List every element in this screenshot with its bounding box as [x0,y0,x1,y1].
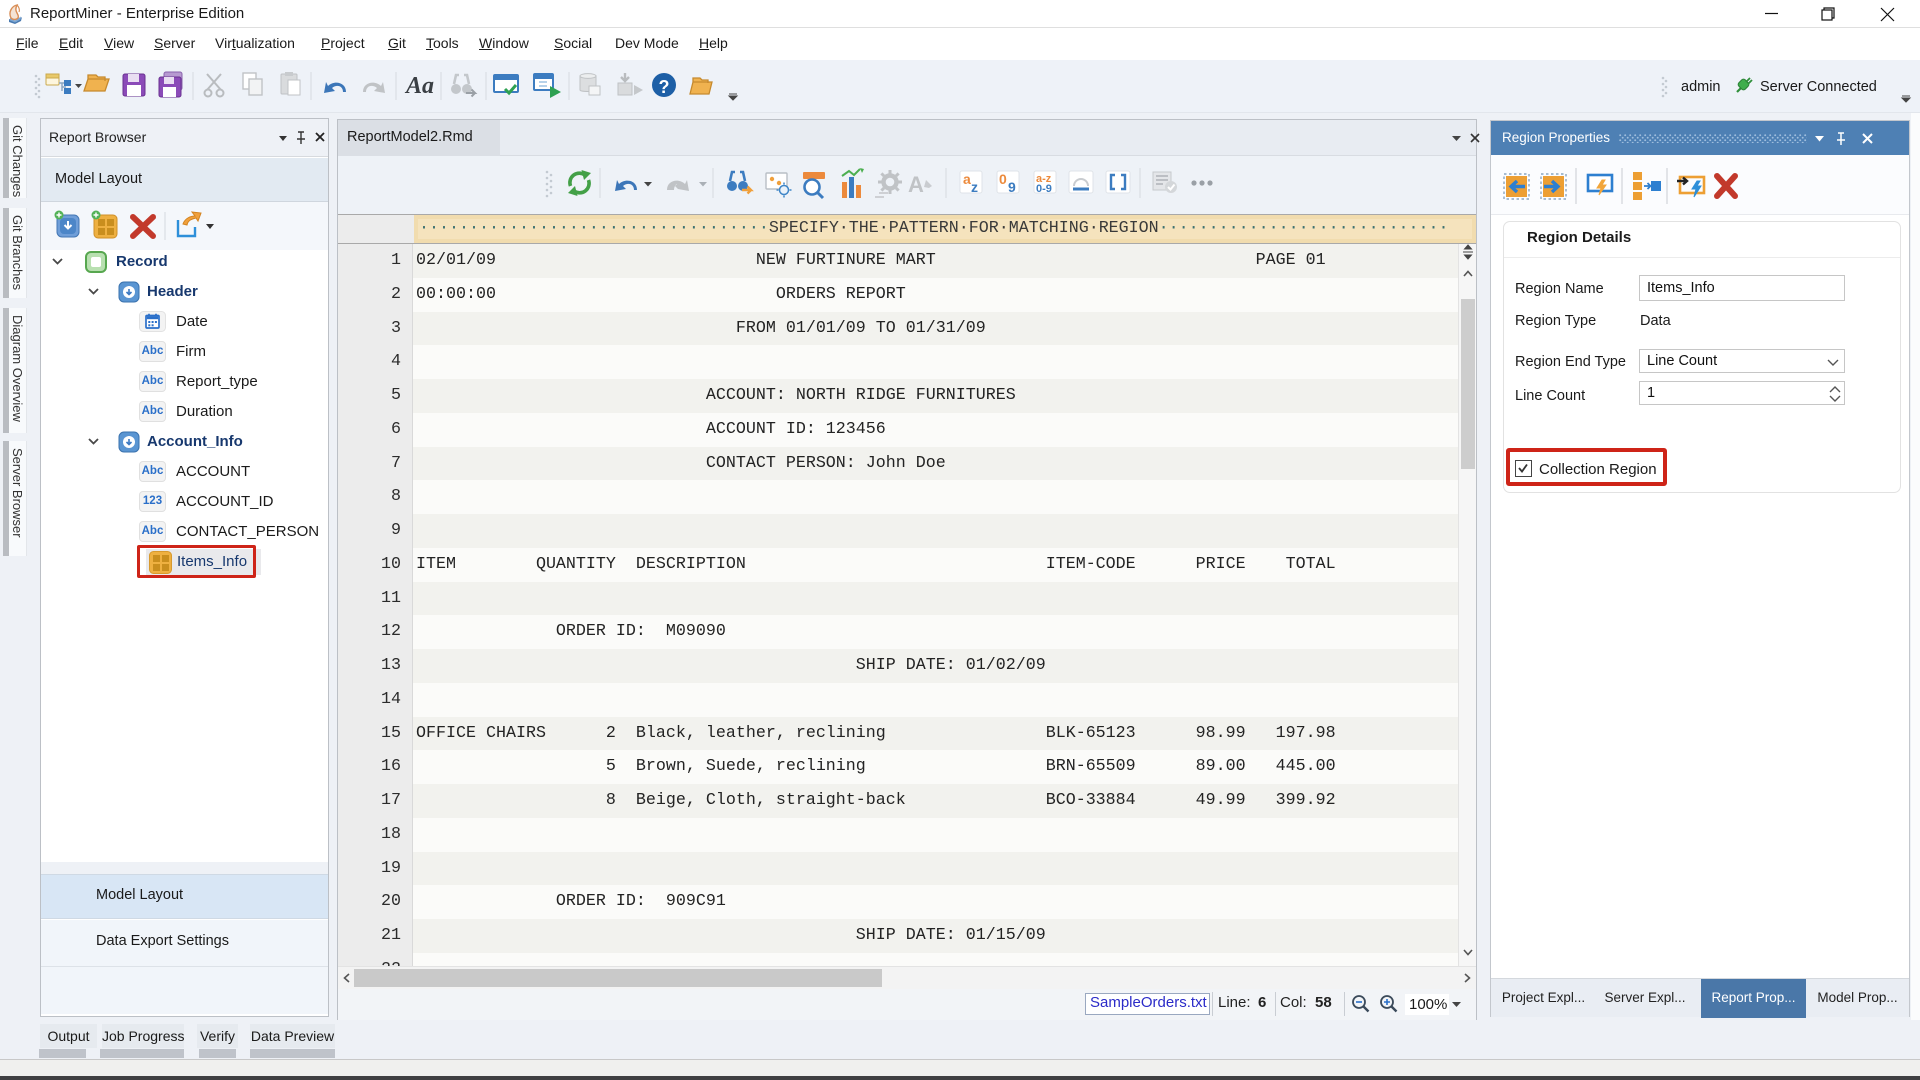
svg-text:0: 0 [999,171,1007,187]
svg-text:z: z [971,179,978,195]
svg-text:a: a [963,171,971,187]
svg-text:A: A [908,172,924,197]
svg-text:9: 9 [1008,179,1016,195]
svg-text:100%: 100% [1409,996,1447,1013]
svg-text:admin: admin [1681,79,1721,95]
svg-text:?: ? [659,77,670,97]
svg-text:Aa: Aa [404,73,434,99]
svg-text:Server Connected: Server Connected [1760,79,1877,95]
svg-text:0-9: 0-9 [1036,183,1052,195]
